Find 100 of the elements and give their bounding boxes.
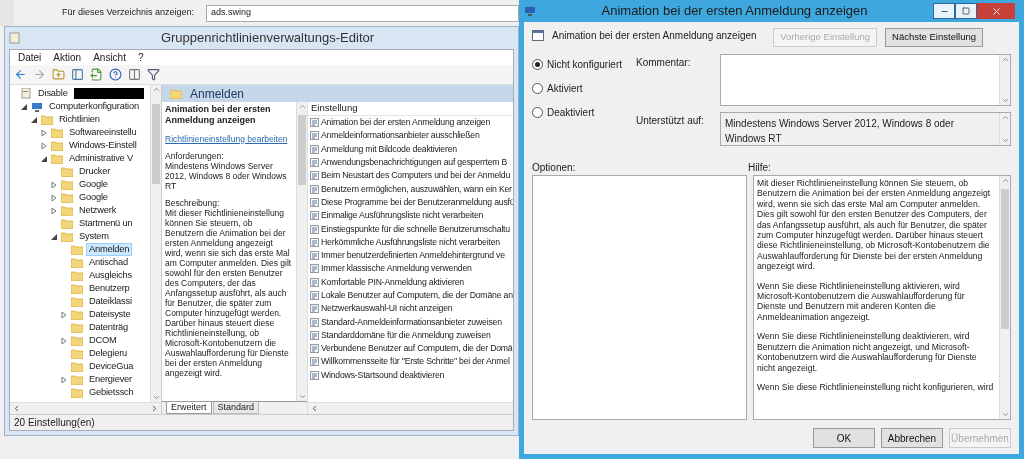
- setting-item[interactable]: Komfortable PIN-Anmeldung aktivieren: [321, 275, 464, 289]
- console-tree-icon[interactable]: [71, 68, 84, 81]
- setting-item[interactable]: Einmalige Ausführungsliste nicht verarbeiten: [321, 209, 484, 223]
- setting-item[interactable]: Anwendungsbenachrichtigungen auf gesperrtem B: [321, 156, 508, 170]
- expanded-arrow-icon[interactable]: [21, 103, 27, 110]
- tree-item[interactable]: Richtlinien: [56, 113, 103, 126]
- minimize-button[interactable]: [933, 3, 955, 19]
- tree-item[interactable]: Benutzerp: [86, 282, 133, 295]
- tree-item[interactable]: Administrative V: [66, 152, 136, 165]
- help-icon[interactable]: [109, 68, 122, 81]
- setting-item[interactable]: Standarddomäne für die Anmeldung zuweisen: [321, 328, 491, 342]
- scroll-down-icon[interactable]: [1000, 136, 1010, 145]
- tree-item[interactable]: Disable: [35, 87, 71, 100]
- setting-item[interactable]: Beim Neustart des Computers und bei der Anmeldu: [321, 169, 511, 183]
- scroll-down-icon[interactable]: [1000, 96, 1010, 105]
- scroll-left-icon[interactable]: [310, 404, 319, 413]
- setting-item[interactable]: Diese Programme bei der Benutzeranmeldung ausfü: [321, 195, 513, 209]
- tree-item[interactable]: Netzwerk: [76, 204, 120, 217]
- view-icon[interactable]: [128, 68, 141, 81]
- maximize-button[interactable]: [955, 3, 977, 19]
- expanded-arrow-icon[interactable]: [51, 233, 57, 240]
- menu-item[interactable]: Ansicht: [93, 50, 126, 65]
- directory-field[interactable]: ads.swing: [206, 4, 519, 22]
- tree-item[interactable]: Energiever: [86, 373, 135, 386]
- tree-item[interactable]: Google: [76, 178, 111, 191]
- tree-item[interactable]: Dateisyste: [86, 308, 134, 321]
- setting-item[interactable]: Verbundene Benutzer auf Computern, die der Domä: [321, 342, 513, 356]
- scrollbar-thumb[interactable]: [152, 104, 160, 184]
- scroll-left-icon[interactable]: [12, 404, 21, 413]
- scroll-up-icon[interactable]: [297, 102, 307, 111]
- radio-button[interactable]: [532, 59, 543, 70]
- option-label[interactable]: Deaktiviert: [547, 105, 595, 120]
- menu-item[interactable]: Datei: [18, 50, 42, 65]
- scrollbar[interactable]: [150, 85, 161, 402]
- tree-item[interactable]: Dateiklassi: [86, 295, 135, 308]
- tree-item[interactable]: Datenträg: [86, 321, 132, 334]
- scroll-up-icon[interactable]: [1000, 176, 1010, 185]
- setting-item[interactable]: Animation bei der ersten Anmeldung anzeigen: [321, 116, 491, 130]
- setting-item[interactable]: Netzwerkauswahl-UI nicht anzeigen: [321, 302, 453, 316]
- horizontal-scrollbar[interactable]: [308, 402, 513, 414]
- scroll-up-icon[interactable]: [1000, 113, 1010, 122]
- option-label[interactable]: Nicht konfiguriert: [547, 57, 623, 72]
- tree-item[interactable]: Ausgleichs: [86, 269, 135, 282]
- expanded-arrow-icon[interactable]: [31, 116, 37, 123]
- tree-item[interactable]: Computerkonfiguration: [46, 100, 142, 113]
- collapsed-arrow-icon[interactable]: [51, 194, 57, 201]
- back-icon[interactable]: [14, 68, 27, 81]
- scrollbar[interactable]: [999, 55, 1010, 105]
- tree-item[interactable]: Gebietssch: [86, 386, 137, 399]
- collapsed-arrow-icon[interactable]: [61, 337, 67, 344]
- view-tab[interactable]: Erweitert: [166, 402, 212, 414]
- option-label[interactable]: Aktiviert: [547, 81, 583, 96]
- menu-item[interactable]: ?: [137, 50, 144, 65]
- tree-item[interactable]: DeviceGua: [86, 360, 137, 373]
- tree-item[interactable]: Anmelden: [86, 243, 133, 256]
- scroll-up-icon[interactable]: [151, 85, 161, 94]
- setting-item[interactable]: Windows-Startsound deaktivieren: [321, 368, 445, 382]
- collapsed-arrow-icon[interactable]: [41, 142, 47, 149]
- forward-icon[interactable]: [33, 68, 46, 81]
- collapsed-arrow-icon[interactable]: [51, 181, 57, 188]
- setting-item[interactable]: Lokale Benutzer auf Computern, die der Domäne an: [321, 289, 513, 303]
- dialog-button[interactable]: Abbrechen: [881, 428, 943, 448]
- setting-item[interactable]: Willkommensseite für "Erste Schritte" bei der Anmel: [321, 355, 510, 369]
- setting-item[interactable]: Herkömmliche Ausführungsliste nicht verarbeiten: [321, 235, 500, 249]
- tree-item[interactable]: DCOM: [86, 334, 120, 347]
- nav-button[interactable]: Nächste Einstellung: [885, 28, 983, 47]
- view-tab[interactable]: Standard: [212, 402, 260, 414]
- tree-item[interactable]: System: [76, 230, 112, 243]
- scrollbar-thumb[interactable]: [1001, 189, 1009, 329]
- scrollbar[interactable]: [999, 176, 1010, 419]
- scrollbar[interactable]: [999, 113, 1010, 145]
- tree-item[interactable]: Softwareeinstellu: [66, 126, 140, 139]
- tree-item[interactable]: Antischad: [86, 256, 132, 269]
- setting-item[interactable]: Benutzern ermöglichen, auszuwählen, wann ein Ker: [321, 182, 512, 196]
- scroll-down-icon[interactable]: [297, 392, 307, 401]
- collapsed-arrow-icon[interactable]: [41, 129, 47, 136]
- tree-item[interactable]: Google: [76, 191, 111, 204]
- collapsed-arrow-icon[interactable]: [61, 311, 67, 318]
- setting-item[interactable]: Anmeldeinformationsanbieter ausschließen: [321, 129, 480, 143]
- menu-item[interactable]: Aktion: [53, 50, 82, 65]
- radio-button[interactable]: [532, 83, 543, 94]
- export-icon[interactable]: [90, 68, 103, 81]
- tree-item[interactable]: Windows-Einstell: [66, 139, 140, 152]
- setting-item[interactable]: Einstiegspunkte für die schnelle Benutzerumschaltu: [321, 222, 510, 236]
- scrollbar[interactable]: [296, 102, 307, 401]
- edit-link[interactable]: Richtlinieneinstellung bearbeiten: [165, 134, 288, 144]
- scroll-down-icon[interactable]: [1000, 410, 1010, 419]
- collapsed-arrow-icon[interactable]: [51, 207, 57, 214]
- horizontal-scrollbar[interactable]: [10, 402, 161, 414]
- expanded-arrow-icon[interactable]: [41, 155, 47, 162]
- setting-item[interactable]: Immer klassische Anmeldung verwenden: [321, 262, 472, 276]
- tree-item[interactable]: Delegieru: [86, 347, 130, 360]
- setting-item[interactable]: Immer benutzerdefinierten Anmeldehintergrund ve: [321, 249, 505, 263]
- scroll-up-icon[interactable]: [1000, 55, 1010, 64]
- scroll-right-icon[interactable]: [150, 404, 159, 413]
- filter-icon[interactable]: [147, 68, 160, 81]
- radio-button[interactable]: [532, 107, 543, 118]
- comment-field[interactable]: [720, 54, 1011, 106]
- scrollbar-thumb[interactable]: [298, 115, 306, 185]
- collapsed-arrow-icon[interactable]: [61, 376, 67, 383]
